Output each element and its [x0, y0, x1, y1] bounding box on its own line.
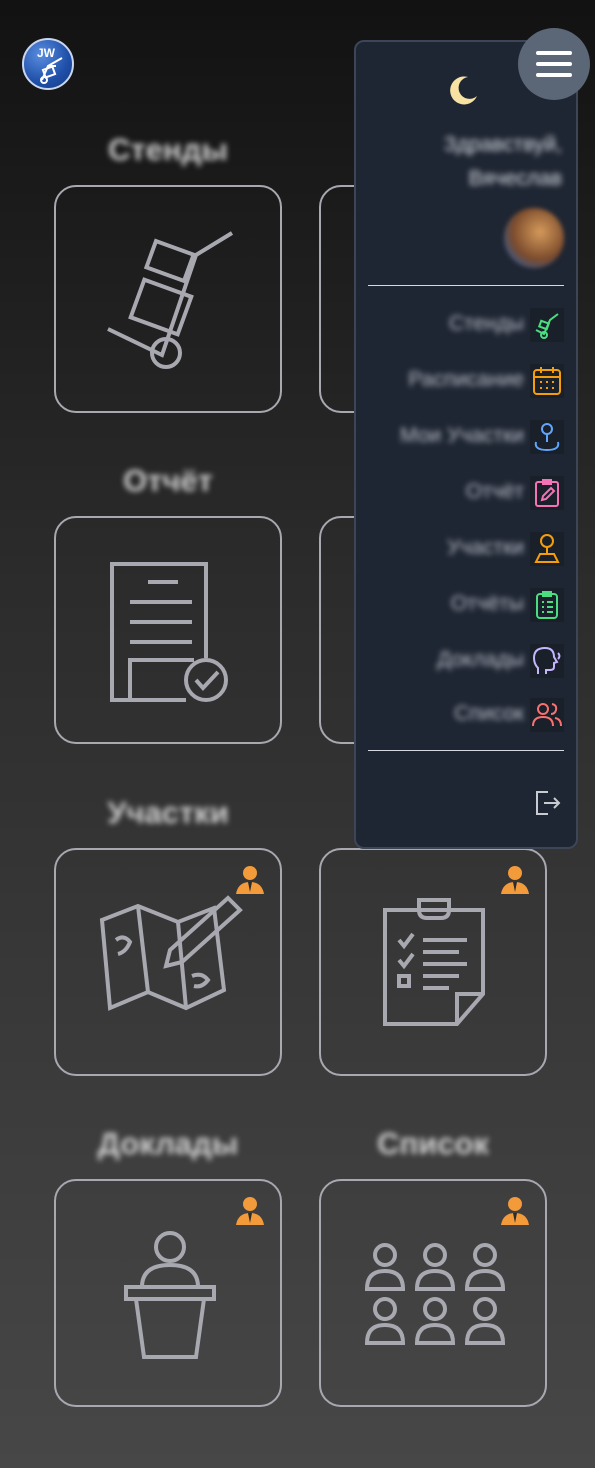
tile-title-list: Список: [377, 1126, 489, 1161]
menu-item-label: Расписание: [408, 368, 524, 391]
menu-toggle-button[interactable]: [518, 28, 590, 100]
map-pin-icon: [530, 420, 564, 454]
clipboard-edit-icon: [530, 476, 564, 510]
logout-icon[interactable]: [532, 788, 562, 818]
hamburger-bar: [536, 51, 572, 55]
menu-item-label: Участки: [447, 536, 524, 559]
hand-truck-icon: [107, 231, 234, 369]
tile-report[interactable]: [54, 516, 282, 744]
menu-item-my-areas[interactable]: Мои Участки: [356, 416, 576, 456]
menu-divider-top: [368, 285, 564, 286]
tile-title-areas: Участки: [107, 795, 229, 830]
menu-item-label: Мои Участки: [400, 424, 524, 447]
menu-item-label: Доклады: [437, 648, 524, 671]
tile-list[interactable]: [319, 1179, 547, 1407]
moon-icon[interactable]: [448, 74, 480, 106]
hamburger-bar: [536, 62, 572, 66]
greeting: Здравствуй, Вячеслав: [372, 128, 562, 196]
avatar[interactable]: [504, 208, 564, 268]
admin-person-icon: [236, 1197, 264, 1225]
menu-item-reports[interactable]: Отчёты: [356, 584, 576, 624]
admin-person-icon: [501, 866, 529, 894]
speaking-head-icon: [530, 644, 564, 678]
menu-item-talks[interactable]: Доклады: [356, 640, 576, 680]
map-pin-person-icon: [530, 532, 564, 566]
side-menu: Здравствуй, Вячеслав Стенды Расписание М…: [354, 40, 578, 849]
menu-item-label: Стенды: [448, 312, 524, 335]
hand-truck-icon: [530, 308, 564, 342]
tile-talks[interactable]: [54, 1179, 282, 1407]
tile-areas[interactable]: [54, 848, 282, 1076]
menu-item-report[interactable]: Отчёт: [356, 472, 576, 512]
greeting-line1: Здравствуй,: [443, 133, 562, 156]
users-icon: [530, 698, 564, 732]
app-logo[interactable]: JW: [22, 38, 74, 90]
menu-item-list[interactable]: Список: [356, 694, 576, 734]
tile-reports[interactable]: [319, 848, 547, 1076]
menu-divider-bottom: [368, 750, 564, 751]
tile-stands[interactable]: [54, 185, 282, 413]
podium-speaker-icon: [124, 1231, 216, 1359]
tile-title-talks: Доклады: [97, 1126, 239, 1161]
admin-person-icon: [501, 1197, 529, 1225]
menu-item-label: Отчёты: [450, 592, 524, 615]
tile-title-stands: Стенды: [108, 132, 228, 167]
tile-title-report: Отчёт: [123, 463, 213, 498]
hand-truck-icon: [40, 57, 63, 84]
menu-item-label: Список: [454, 702, 524, 725]
menu-item-label: Отчёт: [465, 480, 524, 503]
map-edit-icon: [99, 895, 243, 1011]
group-people-icon: [364, 1243, 506, 1345]
hamburger-bar: [536, 73, 572, 77]
report-check-icon: [110, 562, 228, 702]
clipboard-list-icon: [530, 588, 564, 622]
menu-item-stands[interactable]: Стенды: [356, 304, 576, 344]
clipboard-list-icon: [383, 898, 485, 1026]
menu-item-areas[interactable]: Участки: [356, 528, 576, 568]
calendar-icon: [530, 364, 564, 398]
menu-item-schedule[interactable]: Расписание: [356, 360, 576, 400]
greeting-user-name: Вячеслав: [468, 167, 562, 190]
